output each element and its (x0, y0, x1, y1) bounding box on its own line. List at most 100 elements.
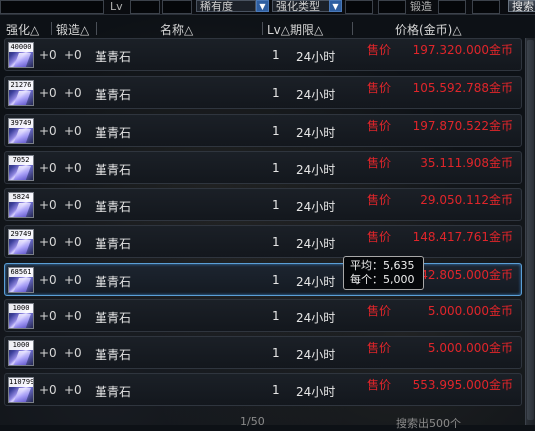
strengthen-value: +0 (39, 198, 57, 212)
lv-label: Lv (110, 0, 123, 13)
item-level: 1 (272, 235, 280, 249)
listing-row[interactable]: 5824 +0 +0 堇青石 1 24小时 售价 29.050.112金币 (4, 188, 522, 221)
sell-price-label: 售价 (367, 81, 392, 95)
item-name: 堇青石 (95, 88, 132, 102)
rarity-select[interactable]: 稀有度 (196, 0, 256, 13)
scrollbar-thumb[interactable] (527, 40, 534, 420)
sort-price-button[interactable]: 价格(金币)△ (395, 21, 462, 38)
crystal-shard-icon (13, 388, 31, 402)
forge-value: +0 (64, 235, 82, 249)
enhance-min-input[interactable] (345, 0, 373, 14)
forge-min-input[interactable] (438, 0, 466, 14)
listing-period: 24小时 (296, 163, 336, 177)
crystal-shard-icon (13, 351, 31, 365)
crystal-shard-icon (13, 129, 31, 143)
listing-period: 24小时 (296, 50, 336, 64)
lv-max-input[interactable] (162, 0, 192, 14)
sell-price-label: 售价 (367, 378, 392, 392)
listing-period: 24小时 (296, 237, 336, 251)
cordierite-item-icon[interactable]: 5824 (8, 192, 34, 218)
strengthen-value: +0 (39, 346, 57, 360)
lv-min-input[interactable] (130, 0, 160, 14)
item-level: 1 (272, 273, 280, 287)
filter-keyword-input[interactable] (0, 0, 104, 14)
sort-name-button[interactable]: 名称△ (160, 21, 193, 38)
sort-forge-button[interactable]: 锻造△ (56, 21, 89, 38)
stack-quantity: 1000 (9, 304, 33, 313)
forge-max-input[interactable] (472, 0, 500, 14)
stack-quantity: 68561 (9, 268, 33, 277)
forge-value: +0 (64, 48, 82, 62)
cordierite-item-icon[interactable]: 110799 (8, 377, 34, 403)
stack-quantity: 1000 (9, 341, 33, 350)
price-value: 197.320.000金币 (412, 43, 513, 57)
listing-row[interactable]: 29749 +0 +0 堇青石 1 24小时 售价 148.417.761金币 (4, 225, 522, 258)
cordierite-item-icon[interactable]: 29749 (8, 229, 34, 255)
listing-period: 24小时 (296, 348, 336, 362)
price-value: 342.805.000金币 (412, 268, 513, 282)
forge-value: +0 (64, 161, 82, 175)
listing-row[interactable]: 39749 +0 +0 堇青石 1 24小时 售价 197.870.522金币 (4, 114, 522, 147)
item-name: 堇青石 (95, 163, 132, 177)
forge-value: +0 (64, 383, 82, 397)
search-button[interactable]: 搜索 (508, 0, 535, 12)
crystal-shard-icon (13, 53, 31, 67)
enhance-type-select[interactable]: 强化类型 (272, 0, 330, 13)
cordierite-item-icon[interactable]: 7052 (8, 155, 34, 181)
listing-period: 24小时 (296, 311, 336, 325)
enhance-max-input[interactable] (378, 0, 406, 14)
stack-quantity: 110799 (9, 378, 34, 387)
listing-period: 24小时 (296, 275, 336, 289)
price-value: 105.592.788金币 (412, 81, 513, 95)
price-tooltip: 平均：5,635 每个：5,000 (343, 256, 424, 290)
rarity-dropdown-icon[interactable]: ▼ (256, 0, 269, 12)
price-value: 29.050.112金币 (420, 193, 513, 207)
enhance-type-dropdown-icon[interactable]: ▼ (329, 0, 342, 12)
sell-price-label: 售价 (367, 304, 392, 318)
cordierite-item-icon[interactable]: 21276 (8, 80, 34, 106)
item-name: 堇青石 (95, 385, 132, 399)
listing-period: 24小时 (296, 200, 336, 214)
sort-strengthen-button[interactable]: 强化△ (6, 21, 39, 38)
forge-value: +0 (64, 273, 82, 287)
listing-row[interactable]: 40000 +0 +0 堇青石 1 24小时 售价 197.320.000金币 (4, 38, 522, 71)
item-level: 1 (272, 161, 280, 175)
strengthen-value: +0 (39, 383, 57, 397)
strengthen-value: +0 (39, 86, 57, 100)
tooltip-per-unit: 每个：5,000 (350, 273, 415, 286)
listing-row[interactable]: 110799 +0 +0 堇青石 1 24小时 售价 553.995.000金币 (4, 373, 522, 406)
sell-price-label: 售价 (367, 119, 392, 133)
page-indicator: 1/50 (240, 415, 265, 428)
item-name: 堇青石 (95, 348, 132, 362)
cordierite-item-icon[interactable]: 39749 (8, 118, 34, 144)
item-name: 堇青石 (95, 275, 132, 289)
result-count: 搜索出500个 (396, 417, 461, 430)
listing-period: 24小时 (296, 88, 336, 102)
sort-lv-period-button[interactable]: Lv△期限△ (267, 21, 323, 38)
forge-value: +0 (64, 346, 82, 360)
item-level: 1 (272, 198, 280, 212)
cordierite-item-icon[interactable]: 1000 (8, 303, 34, 329)
strengthen-value: +0 (39, 124, 57, 138)
list-scrollbar[interactable] (525, 38, 535, 425)
cordierite-item-icon[interactable]: 40000 (8, 42, 34, 68)
listing-row[interactable]: 21276 +0 +0 堇青石 1 24小时 售价 105.592.788金币 (4, 76, 522, 109)
item-name: 堇青石 (95, 237, 132, 251)
item-level: 1 (272, 48, 280, 62)
forge-value: +0 (64, 198, 82, 212)
listing-period: 24小时 (296, 385, 336, 399)
listing-row[interactable]: 1000 +0 +0 堇青石 1 24小时 售价 5.000.000金币 (4, 336, 522, 369)
listing-row[interactable]: 1000 +0 +0 堇青石 1 24小时 售价 5.000.000金币 (4, 299, 522, 332)
crystal-shard-icon (13, 91, 31, 105)
header-divider (51, 22, 52, 35)
cordierite-item-icon[interactable]: 68561 (8, 267, 34, 293)
crystal-shard-icon (13, 240, 31, 254)
cordierite-item-icon[interactable]: 1000 (8, 340, 34, 366)
stack-quantity: 29749 (9, 230, 33, 239)
stack-quantity: 7052 (9, 156, 33, 165)
sell-price-label: 售价 (367, 230, 392, 244)
listing-row[interactable]: 68561+0+0堇青石124小时售价342.805.000金币 (4, 263, 522, 296)
table-header: 强化△ 锻造△ 名称△ Lv△期限△ 价格(金币)△ (0, 20, 535, 37)
item-name: 堇青石 (95, 126, 132, 140)
listing-row[interactable]: 7052 +0 +0 堇青石 1 24小时 售价 35.111.908金币 (4, 151, 522, 184)
